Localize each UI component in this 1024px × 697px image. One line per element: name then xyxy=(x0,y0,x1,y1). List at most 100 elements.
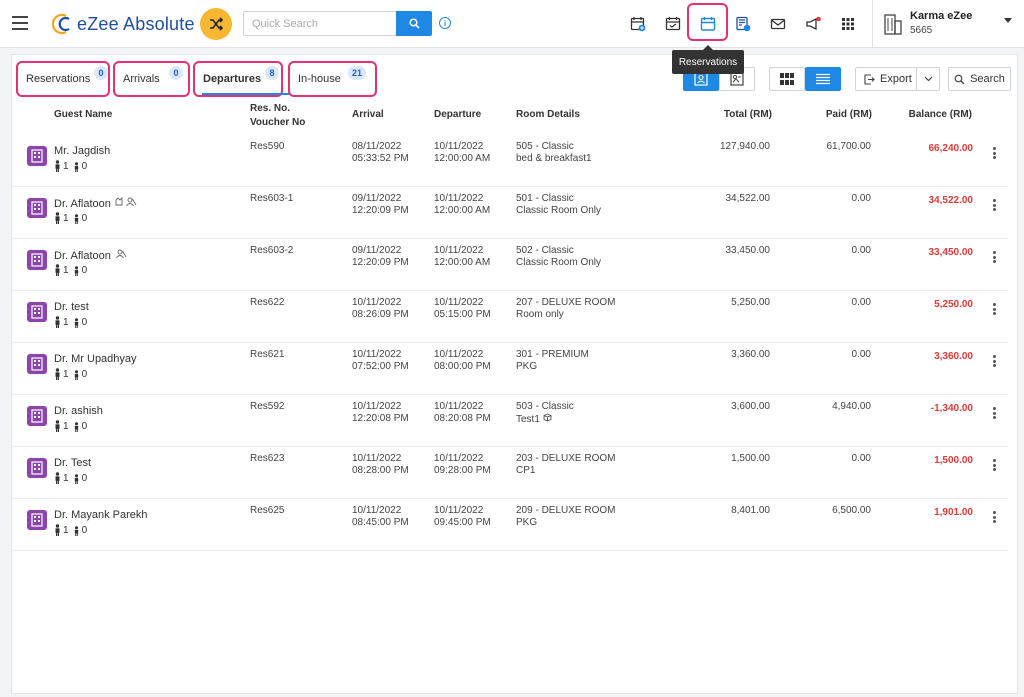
guest-type-icon xyxy=(27,146,47,166)
tab-count-badge: 21 xyxy=(348,66,367,80)
main-panel: Reservations 0 Arrivals 0 Departures 8 I… xyxy=(11,54,1018,694)
room-details: 501 - Classic Classic Room Only xyxy=(516,193,602,216)
col-room-details[interactable]: Room Details xyxy=(516,109,580,120)
property-selector[interactable]: Karma eZee 5665 xyxy=(884,10,1014,40)
info-icon[interactable]: i xyxy=(439,17,451,29)
grid-icon xyxy=(780,73,794,85)
col-paid[interactable]: Paid (RM) xyxy=(792,109,872,120)
child-icon xyxy=(74,318,78,328)
table-row[interactable]: Dr. Mr Upadhyay 1 0 Res621 10/11/2022 07:… xyxy=(12,343,1008,395)
guest-name[interactable]: Dr. test xyxy=(54,301,89,313)
tab-reservations[interactable]: Reservations 0 xyxy=(16,61,110,97)
adult-icon xyxy=(55,420,60,432)
more-options-icon[interactable] xyxy=(990,405,998,421)
guest-name[interactable]: Dr. Mayank Parekh xyxy=(54,509,148,521)
table-row[interactable]: Dr. Aflatoon 1 0 Res603-2 09/11/2022 12:2… xyxy=(12,239,1008,291)
tab-count-badge: 0 xyxy=(94,66,108,80)
mail-icon[interactable] xyxy=(766,12,790,36)
calendar-add-icon[interactable] xyxy=(626,12,650,36)
arrival-date: 10/11/2022 08:28:00 PM xyxy=(352,453,409,476)
table-row[interactable]: Dr. ashish 1 0 Res592 10/11/2022 12:20:08… xyxy=(12,395,1008,447)
res-no[interactable]: Res625 xyxy=(250,505,284,517)
more-options-icon[interactable] xyxy=(990,353,998,369)
departure-date: 10/11/2022 05:15:00 PM xyxy=(434,297,491,320)
res-no[interactable]: Res592 xyxy=(250,401,284,413)
res-no[interactable]: Res603-2 xyxy=(250,245,293,257)
tab-departures[interactable]: Departures 8 xyxy=(193,61,283,97)
departure-date: 10/11/2022 09:45:00 PM xyxy=(434,505,491,528)
shuffle-button[interactable] xyxy=(200,8,232,40)
table-row[interactable]: Dr. test 1 0 Res622 10/11/2022 08:26:09 P… xyxy=(12,291,1008,343)
table-row[interactable]: Dr. Aflatoon 1 0 Res603-1 09/11/2022 12:2… xyxy=(12,187,1008,239)
col-voucher-no[interactable]: Voucher No xyxy=(250,117,305,128)
more-options-icon[interactable] xyxy=(990,145,998,161)
table-header: Guest Name Res. No. Voucher No Arrival D… xyxy=(12,103,1017,135)
search-button[interactable]: Search xyxy=(948,67,1011,91)
col-guest-name[interactable]: Guest Name xyxy=(54,109,112,120)
announcement-icon[interactable] xyxy=(801,12,825,36)
user-name: Karma eZee xyxy=(910,10,973,22)
arrival-date: 10/11/2022 07:52:00 PM xyxy=(352,349,409,372)
departure-date: 10/11/2022 12:00:00 AM xyxy=(434,141,491,164)
adult-icon xyxy=(55,368,60,380)
export-dropdown-button[interactable] xyxy=(916,67,940,91)
departure-date: 10/11/2022 12:00:00 AM xyxy=(434,193,491,216)
reservations-tooltip: Reservations xyxy=(672,45,744,74)
res-no[interactable]: Res622 xyxy=(250,297,284,309)
search-label: Search xyxy=(970,73,1005,85)
export-icon xyxy=(864,73,875,85)
guest-name[interactable]: Dr. Test xyxy=(54,457,91,469)
chevron-down-icon[interactable] xyxy=(1004,18,1012,23)
col-arrival[interactable]: Arrival xyxy=(352,109,384,120)
guest-name[interactable]: Dr. ashish xyxy=(54,405,103,417)
reservations-highlight xyxy=(687,3,728,41)
night-audit-icon[interactable] xyxy=(731,12,755,36)
more-options-icon[interactable] xyxy=(990,197,998,213)
paid-amount: 4,940.00 xyxy=(832,401,871,412)
res-no[interactable]: Res603-1 xyxy=(250,193,293,205)
calendar-check-icon[interactable] xyxy=(661,12,685,36)
tab-in-house[interactable]: In-house 21 xyxy=(288,61,377,97)
guest-type-icon xyxy=(27,458,47,478)
grid-view-button[interactable] xyxy=(769,67,805,91)
pax-count: 1 0 xyxy=(54,472,87,484)
res-no[interactable]: Res590 xyxy=(250,141,284,153)
user-id: 5665 xyxy=(910,25,933,36)
total-amount: 8,401.00 xyxy=(731,505,770,516)
guest-name[interactable]: Dr. Aflatoon xyxy=(54,249,127,262)
more-options-icon[interactable] xyxy=(990,301,998,317)
table-row[interactable]: Mr. Jagdish 1 0 Res590 08/11/2022 05:33:5… xyxy=(12,135,1008,187)
more-options-icon[interactable] xyxy=(990,509,998,525)
balance-amount: 5,250.00 xyxy=(934,299,973,310)
col-res-no[interactable]: Res. No. xyxy=(250,103,290,114)
pax-count: 1 0 xyxy=(54,264,87,276)
res-no[interactable]: Res621 xyxy=(250,349,284,361)
room-details: 301 - PREMIUM PKG xyxy=(516,349,589,372)
col-total[interactable]: Total (RM) xyxy=(702,109,772,120)
arrival-date: 10/11/2022 08:26:09 PM xyxy=(352,297,409,320)
table-row[interactable]: Dr. Mayank Parekh 1 0 Res625 10/11/2022 0… xyxy=(12,499,1008,551)
menu-icon[interactable] xyxy=(12,16,28,30)
apps-grid-icon[interactable] xyxy=(836,12,860,36)
pax-count: 1 0 xyxy=(54,212,87,224)
guest-name[interactable]: Mr. Jagdish xyxy=(54,145,110,157)
guest-name[interactable]: Dr. Mr Upadhyay xyxy=(54,353,137,365)
arrival-date: 08/11/2022 05:33:52 PM xyxy=(352,141,409,164)
total-amount: 5,250.00 xyxy=(731,297,770,308)
res-no[interactable]: Res623 xyxy=(250,453,284,465)
quick-search-input[interactable] xyxy=(243,11,397,36)
list-view-button[interactable] xyxy=(805,67,841,91)
tab-arrivals[interactable]: Arrivals 0 xyxy=(113,61,190,97)
more-options-icon[interactable] xyxy=(990,457,998,473)
quick-search-button[interactable] xyxy=(396,11,432,36)
col-balance[interactable]: Balance (RM) xyxy=(892,109,972,120)
app-logo[interactable]: eZee Absolute xyxy=(52,12,195,36)
balance-amount: 1,500.00 xyxy=(934,455,973,466)
more-options-icon[interactable] xyxy=(990,249,998,265)
col-departure[interactable]: Departure xyxy=(434,109,481,120)
guest-name[interactable]: Dr. Aflatoon xyxy=(54,196,137,210)
room-details: 505 - Classic bed & breakfast1 xyxy=(516,141,592,164)
total-amount: 3,600.00 xyxy=(731,401,770,412)
table-row[interactable]: Dr. Test 1 0 Res623 10/11/2022 08:28:00 P… xyxy=(12,447,1008,499)
export-button[interactable]: Export xyxy=(855,67,917,91)
